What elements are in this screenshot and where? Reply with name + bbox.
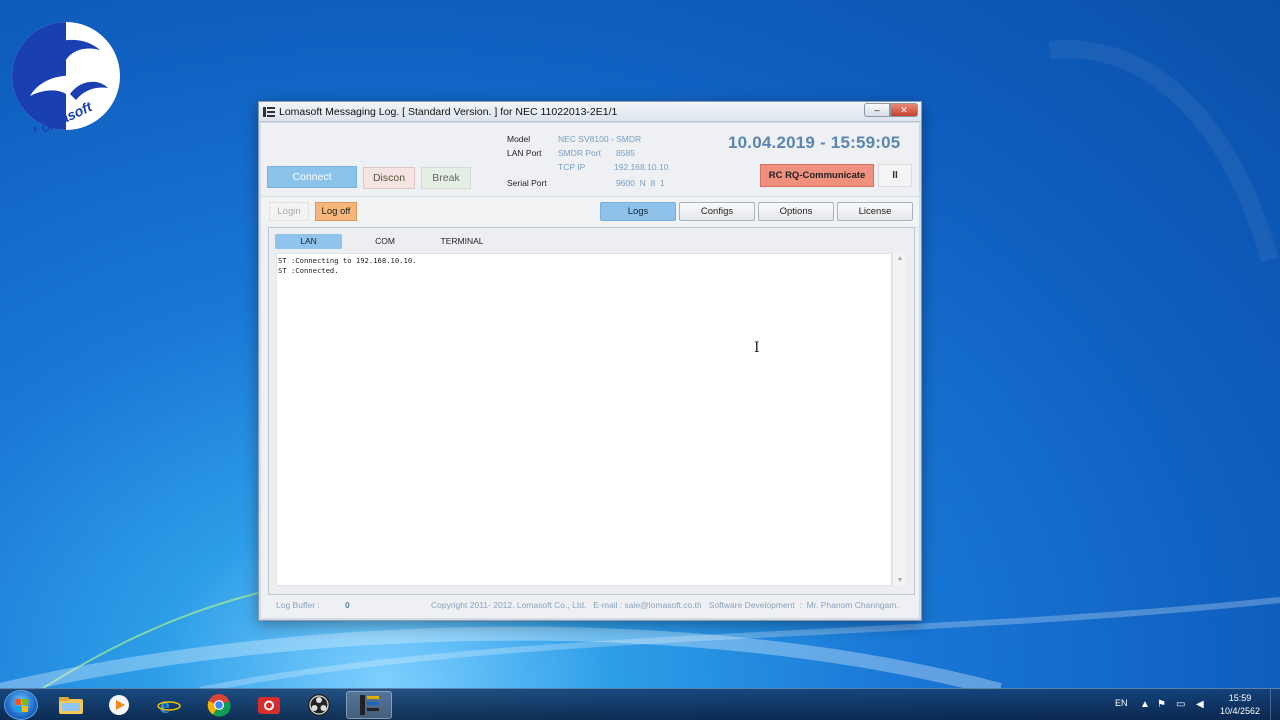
logoff-button[interactable]: Log off [315, 202, 357, 221]
app-icon [263, 106, 275, 117]
network-icon[interactable]: ▭ [1176, 699, 1185, 710]
toolbar: Login Log off Logs Configs Options Licen… [261, 196, 919, 226]
svg-text:e: e [160, 693, 170, 717]
lomasoft-logo: Lomasoft [12, 22, 120, 132]
obs-icon[interactable] [296, 691, 342, 719]
lan-port-label: LAN Port [507, 148, 542, 158]
log-scrollbar[interactable]: ▲ ▼ [892, 253, 906, 586]
tab-logs[interactable]: Logs [600, 202, 676, 221]
subtab-lan[interactable]: LAN [275, 234, 342, 249]
start-button[interactable] [4, 690, 38, 720]
text-cursor-icon: I [754, 340, 760, 356]
camera-app-icon[interactable] [246, 691, 292, 719]
tab-options[interactable]: Options [758, 202, 834, 221]
serial-port-value: 9600 N 8 1 [616, 178, 665, 188]
status-footer: Log Buffer : 0 Copyright 2011- 2012. Lom… [261, 594, 919, 618]
tab-license[interactable]: License [837, 202, 913, 221]
client-area: Connect Discon Break Model NEC SV8100 - … [261, 123, 919, 618]
break-button[interactable]: Break [421, 167, 471, 189]
close-button[interactable]: ✕ [890, 103, 918, 117]
minimize-button[interactable]: ‒ [864, 103, 890, 117]
pause-button[interactable]: II [878, 164, 912, 187]
show-hidden-icons[interactable]: ▲ [1140, 699, 1150, 710]
language-indicator[interactable]: EN [1115, 698, 1128, 708]
log-buffer-label: Log Buffer : [276, 600, 320, 610]
action-center-flag-icon[interactable]: ⚑ [1157, 699, 1166, 710]
scroll-up-icon[interactable]: ▲ [893, 255, 907, 262]
model-label: Model [507, 134, 531, 144]
serial-port-label: Serial Port [507, 178, 547, 188]
smdr-port-value: 8585 [616, 148, 635, 158]
log-line: ST :Connecting to 192.168.10.10. [278, 256, 417, 265]
copyright-text: Copyright 2011- 2012. Lomasoft Co., Ltd.… [431, 600, 899, 610]
clock-date[interactable]: 10/4/2562 [1214, 706, 1266, 716]
smdr-port-label: SMDR Port [558, 148, 601, 158]
disconnect-button[interactable]: Discon [363, 167, 415, 189]
chrome-icon[interactable] [196, 691, 242, 719]
tab-configs[interactable]: Configs [679, 202, 755, 221]
model-value: NEC SV8100 - SMDR [558, 134, 642, 144]
windows-explorer-icon[interactable] [48, 691, 94, 719]
window-title: Lomasoft Messaging Log. [ Standard Versi… [279, 105, 618, 118]
datetime-display: 10.04.2019 - 15:59:05 [728, 133, 901, 152]
volume-muted-icon[interactable]: ◀ [1196, 699, 1204, 710]
login-button[interactable]: Login [269, 202, 309, 221]
tcp-ip-label: TCP IP [558, 162, 586, 172]
taskbar: e EN ▲ ⚑ ▭ ◀ 15:59 10/4/2562 [0, 688, 1280, 720]
log-panel: LAN COM TERMINAL ST :Connecting to 192.1… [268, 227, 915, 595]
show-desktop-button[interactable] [1270, 689, 1280, 720]
subtab-terminal[interactable]: TERMINAL [432, 234, 492, 249]
log-buffer-value: 0 [345, 600, 350, 610]
internet-explorer-icon[interactable]: e [146, 691, 192, 719]
scroll-down-icon[interactable]: ▼ [893, 577, 907, 584]
log-text-area[interactable]: ST :Connecting to 192.168.10.10. ST :Con… [276, 253, 892, 586]
clock-time[interactable]: 15:59 [1218, 693, 1262, 703]
windows-logo-icon [15, 699, 28, 712]
media-player-icon[interactable] [96, 691, 142, 719]
tcp-ip-value: 192.168.10.10 [614, 162, 669, 172]
lomasoft-log-icon[interactable] [346, 691, 392, 719]
log-line: ST :Connected. [278, 265, 339, 275]
subtab-com[interactable]: COM [362, 234, 408, 249]
title-bar[interactable]: Lomasoft Messaging Log. [ Standard Versi… [259, 102, 921, 122]
connect-button[interactable]: Connect [267, 166, 357, 188]
rc-communicate-button[interactable]: RC RQ-Communicate [760, 164, 874, 187]
app-window: Lomasoft Messaging Log. [ Standard Versi… [258, 101, 922, 621]
